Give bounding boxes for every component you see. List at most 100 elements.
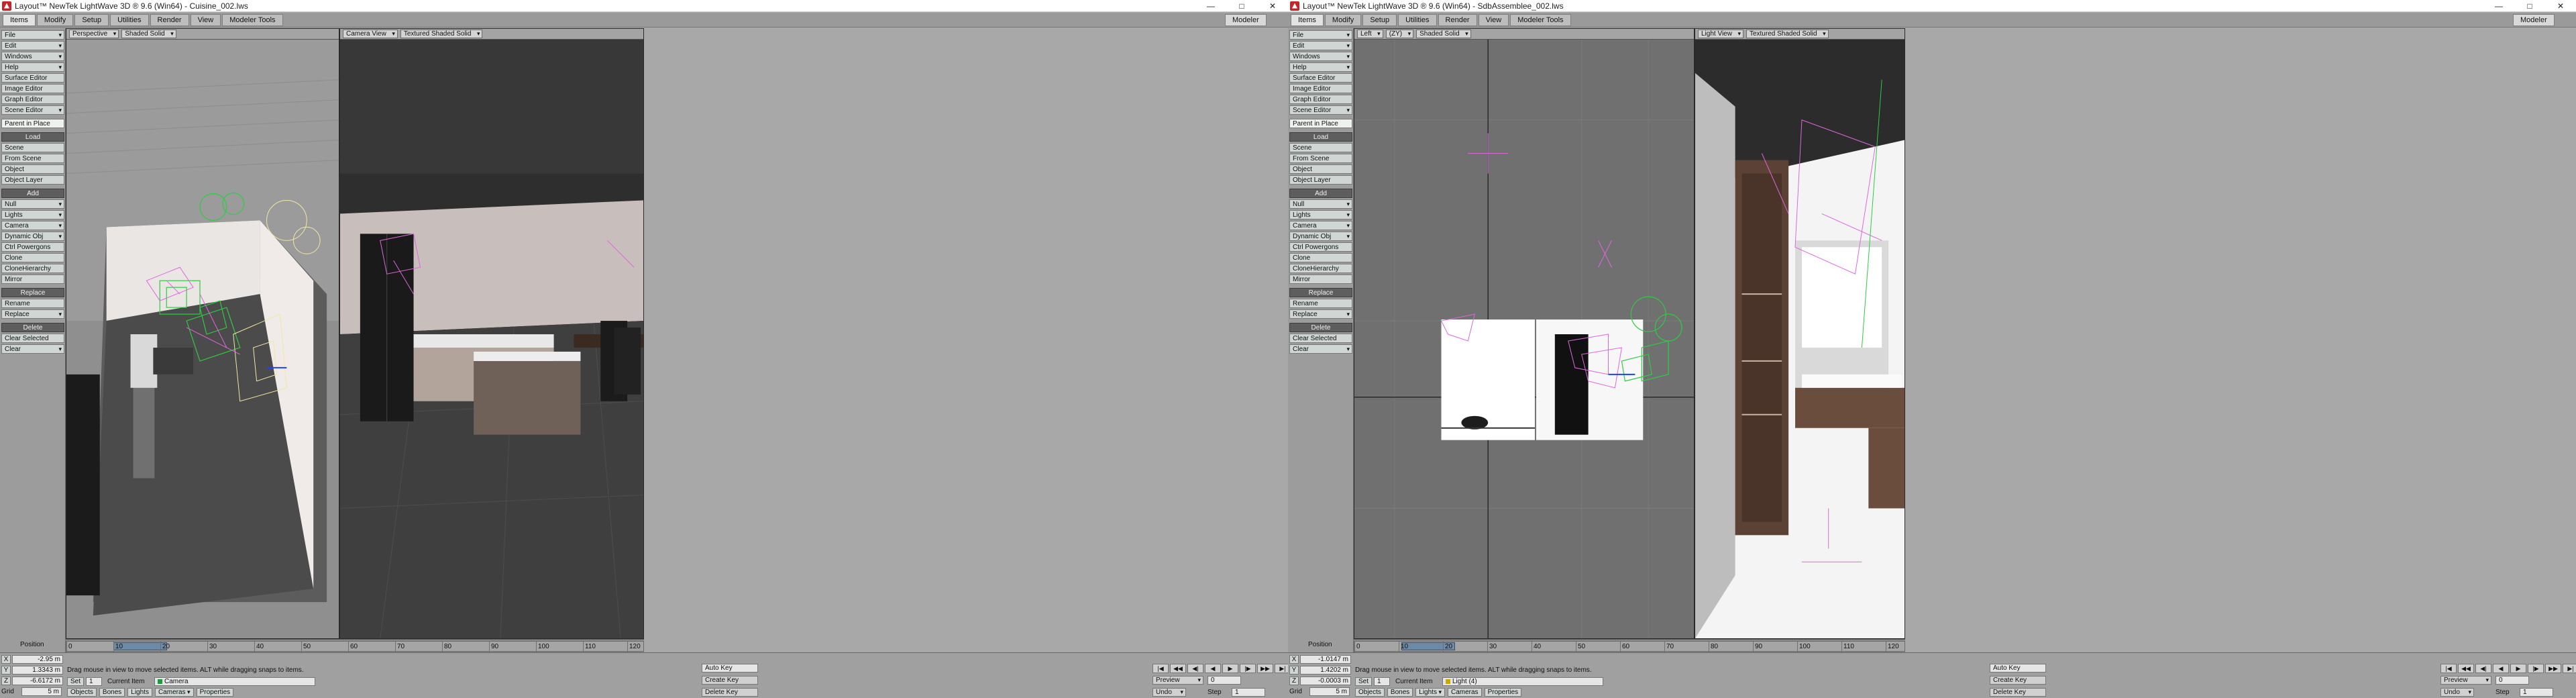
load-object-layer-button[interactable]: Object Layer <box>1 175 64 185</box>
bones-tab[interactable]: Bones <box>99 688 125 697</box>
view-type-select[interactable]: Perspective <box>69 30 119 38</box>
minimize-button[interactable]: — <box>2483 0 2514 12</box>
image-editor-button[interactable]: Image Editor <box>1289 84 1352 93</box>
edit-menu-button[interactable]: Edit <box>1 41 64 50</box>
y-axis-toggle[interactable]: Y <box>1 665 11 675</box>
tab-modify[interactable]: Modify <box>1324 13 1362 26</box>
bones-tab[interactable]: Bones <box>1387 688 1413 697</box>
modeler-button[interactable]: Modeler <box>2513 13 2555 26</box>
view-type-select[interactable]: Camera View <box>343 30 398 38</box>
help-menu-button[interactable]: Help <box>1 62 64 72</box>
maximize-button[interactable]: □ <box>1226 0 1257 12</box>
undo-select[interactable]: Undo <box>1152 688 1186 697</box>
tab-modify[interactable]: Modify <box>36 13 74 26</box>
tab-items[interactable]: Items <box>3 13 36 26</box>
prev-frame-icon[interactable]: ◀| <box>1187 664 1203 673</box>
x-coord-field[interactable]: -2.95 m <box>12 654 63 664</box>
go-last-frame-icon[interactable]: ▶| <box>2563 664 2576 673</box>
delete-key-button[interactable]: Delete Key <box>702 688 758 697</box>
timeline[interactable]: 0 10 20 30 40 50 60 70 80 90 100 110 120 <box>1354 639 1905 652</box>
clear-selected-button[interactable]: Clear Selected <box>1 334 64 343</box>
create-key-button[interactable]: Create Key <box>1990 676 2046 685</box>
tab-utilities[interactable]: Utilities <box>1398 13 1437 26</box>
play-icon[interactable]: ▶ <box>1222 664 1238 673</box>
z-axis-toggle[interactable]: Z <box>1 676 11 685</box>
lights-tab[interactable]: Lights <box>1415 688 1445 697</box>
add-null-button[interactable]: Null <box>1289 199 1352 209</box>
windows-menu-button[interactable]: Windows <box>1 52 64 61</box>
load-from-scene-button[interactable]: From Scene <box>1289 154 1352 163</box>
grid-size-field[interactable]: 5 m <box>21 687 62 696</box>
prev-key-icon[interactable]: ◀◀ <box>1170 664 1186 673</box>
load-scene-button[interactable]: Scene <box>1289 143 1352 152</box>
z-coord-field[interactable]: -6.6172 m <box>12 676 63 685</box>
clear-button[interactable]: Clear <box>1289 344 1352 354</box>
grid-size-field[interactable]: 5 m <box>1309 687 1350 696</box>
current-item-select[interactable]: Camera <box>154 677 315 686</box>
image-editor-button[interactable]: Image Editor <box>1 84 64 93</box>
cameras-tab[interactable]: Cameras <box>154 688 194 697</box>
perspective-viewport[interactable]: Perspective Shaded Solid <box>66 28 339 639</box>
play-reverse-icon[interactable]: ◀ <box>1205 664 1221 673</box>
add-camera-button[interactable]: Camera <box>1 221 64 230</box>
timeline[interactable]: 0 10 20 30 40 50 60 70 80 90 100 110 120 <box>66 639 644 652</box>
view-type-select[interactable]: Light View <box>1698 30 1743 38</box>
add-camera-button[interactable]: Camera <box>1289 221 1352 230</box>
clear-selected-button[interactable]: Clear Selected <box>1289 334 1352 343</box>
current-frame-field[interactable]: 0 <box>2496 676 2529 685</box>
go-first-frame-icon[interactable]: |◀ <box>2440 664 2457 673</box>
add-dynamic-obj-button[interactable]: Dynamic Obj <box>1 232 64 241</box>
set-frame-field[interactable]: 1 <box>1374 677 1390 686</box>
perspective-canvas[interactable] <box>66 40 339 638</box>
objects-tab[interactable]: Objects <box>1355 688 1385 697</box>
delete-key-button[interactable]: Delete Key <box>1990 688 2046 697</box>
play-icon[interactable]: ▶ <box>2510 664 2526 673</box>
tab-setup[interactable]: Setup <box>74 13 109 26</box>
surface-editor-button[interactable]: Surface Editor <box>1 73 64 83</box>
scene-editor-button[interactable]: Scene Editor <box>1 105 64 115</box>
timeline-track[interactable]: 0 10 20 30 40 50 60 70 80 90 100 110 120 <box>1354 641 1905 652</box>
minimize-button[interactable]: — <box>1195 0 1226 12</box>
prev-key-icon[interactable]: ◀◀ <box>2458 664 2474 673</box>
preview-select[interactable]: Preview <box>1152 676 1203 685</box>
parent-in-place-button[interactable]: Parent in Place <box>1289 119 1352 128</box>
tab-items[interactable]: Items <box>1291 13 1324 26</box>
properties-button[interactable]: Properties <box>196 688 234 697</box>
step-field[interactable]: 1 <box>1232 688 1265 697</box>
z-coord-field[interactable]: -0.0003 m <box>1300 676 1351 685</box>
render-mode-select[interactable]: Shaded Solid <box>1416 30 1471 38</box>
close-button[interactable]: ✕ <box>2545 0 2576 12</box>
x-axis-toggle[interactable]: X <box>1 654 11 664</box>
render-mode-select[interactable]: Shaded Solid <box>121 30 176 38</box>
ctrl-powergons-button[interactable]: Ctrl Powergons <box>1289 242 1352 252</box>
tab-render[interactable]: Render <box>150 13 189 26</box>
properties-button[interactable]: Properties <box>1484 688 1522 697</box>
rename-button[interactable]: Rename <box>1 299 64 308</box>
auto-key-select[interactable]: Auto Key <box>1990 664 2046 672</box>
step-field[interactable]: 1 <box>2520 688 2553 697</box>
auto-key-select[interactable]: Auto Key <box>702 664 758 672</box>
undo-select[interactable]: Undo <box>2440 688 2474 697</box>
next-frame-icon[interactable]: |▶ <box>2528 664 2544 673</box>
windows-menu-button[interactable]: Windows <box>1289 52 1352 61</box>
surface-editor-button[interactable]: Surface Editor <box>1289 73 1352 83</box>
add-dynamic-obj-button[interactable]: Dynamic Obj <box>1289 232 1352 241</box>
y-coord-field[interactable]: 1.3343 m <box>12 665 63 675</box>
file-menu-button[interactable]: File <box>1 30 64 40</box>
graph-editor-button[interactable]: Graph Editor <box>1289 95 1352 104</box>
create-key-button[interactable]: Create Key <box>702 676 758 685</box>
prev-frame-icon[interactable]: ◀| <box>2475 664 2491 673</box>
add-lights-button[interactable]: Lights <box>1289 210 1352 219</box>
set-button[interactable]: Set <box>67 677 85 686</box>
ctrl-powergons-button[interactable]: Ctrl Powergons <box>1 242 64 252</box>
clear-button[interactable]: Clear <box>1 344 64 354</box>
cameras-tab[interactable]: Cameras <box>1447 688 1482 697</box>
light-canvas[interactable] <box>1695 40 1904 638</box>
go-first-frame-icon[interactable]: |◀ <box>1152 664 1169 673</box>
tab-render[interactable]: Render <box>1438 13 1477 26</box>
x-coord-field[interactable]: -1.0147 m <box>1300 654 1351 664</box>
timeline-track[interactable]: 0 10 20 30 40 50 60 70 80 90 100 110 120 <box>66 641 644 652</box>
modeler-button[interactable]: Modeler <box>1225 13 1267 26</box>
tab-view[interactable]: View <box>190 13 221 26</box>
edit-menu-button[interactable]: Edit <box>1289 41 1352 50</box>
